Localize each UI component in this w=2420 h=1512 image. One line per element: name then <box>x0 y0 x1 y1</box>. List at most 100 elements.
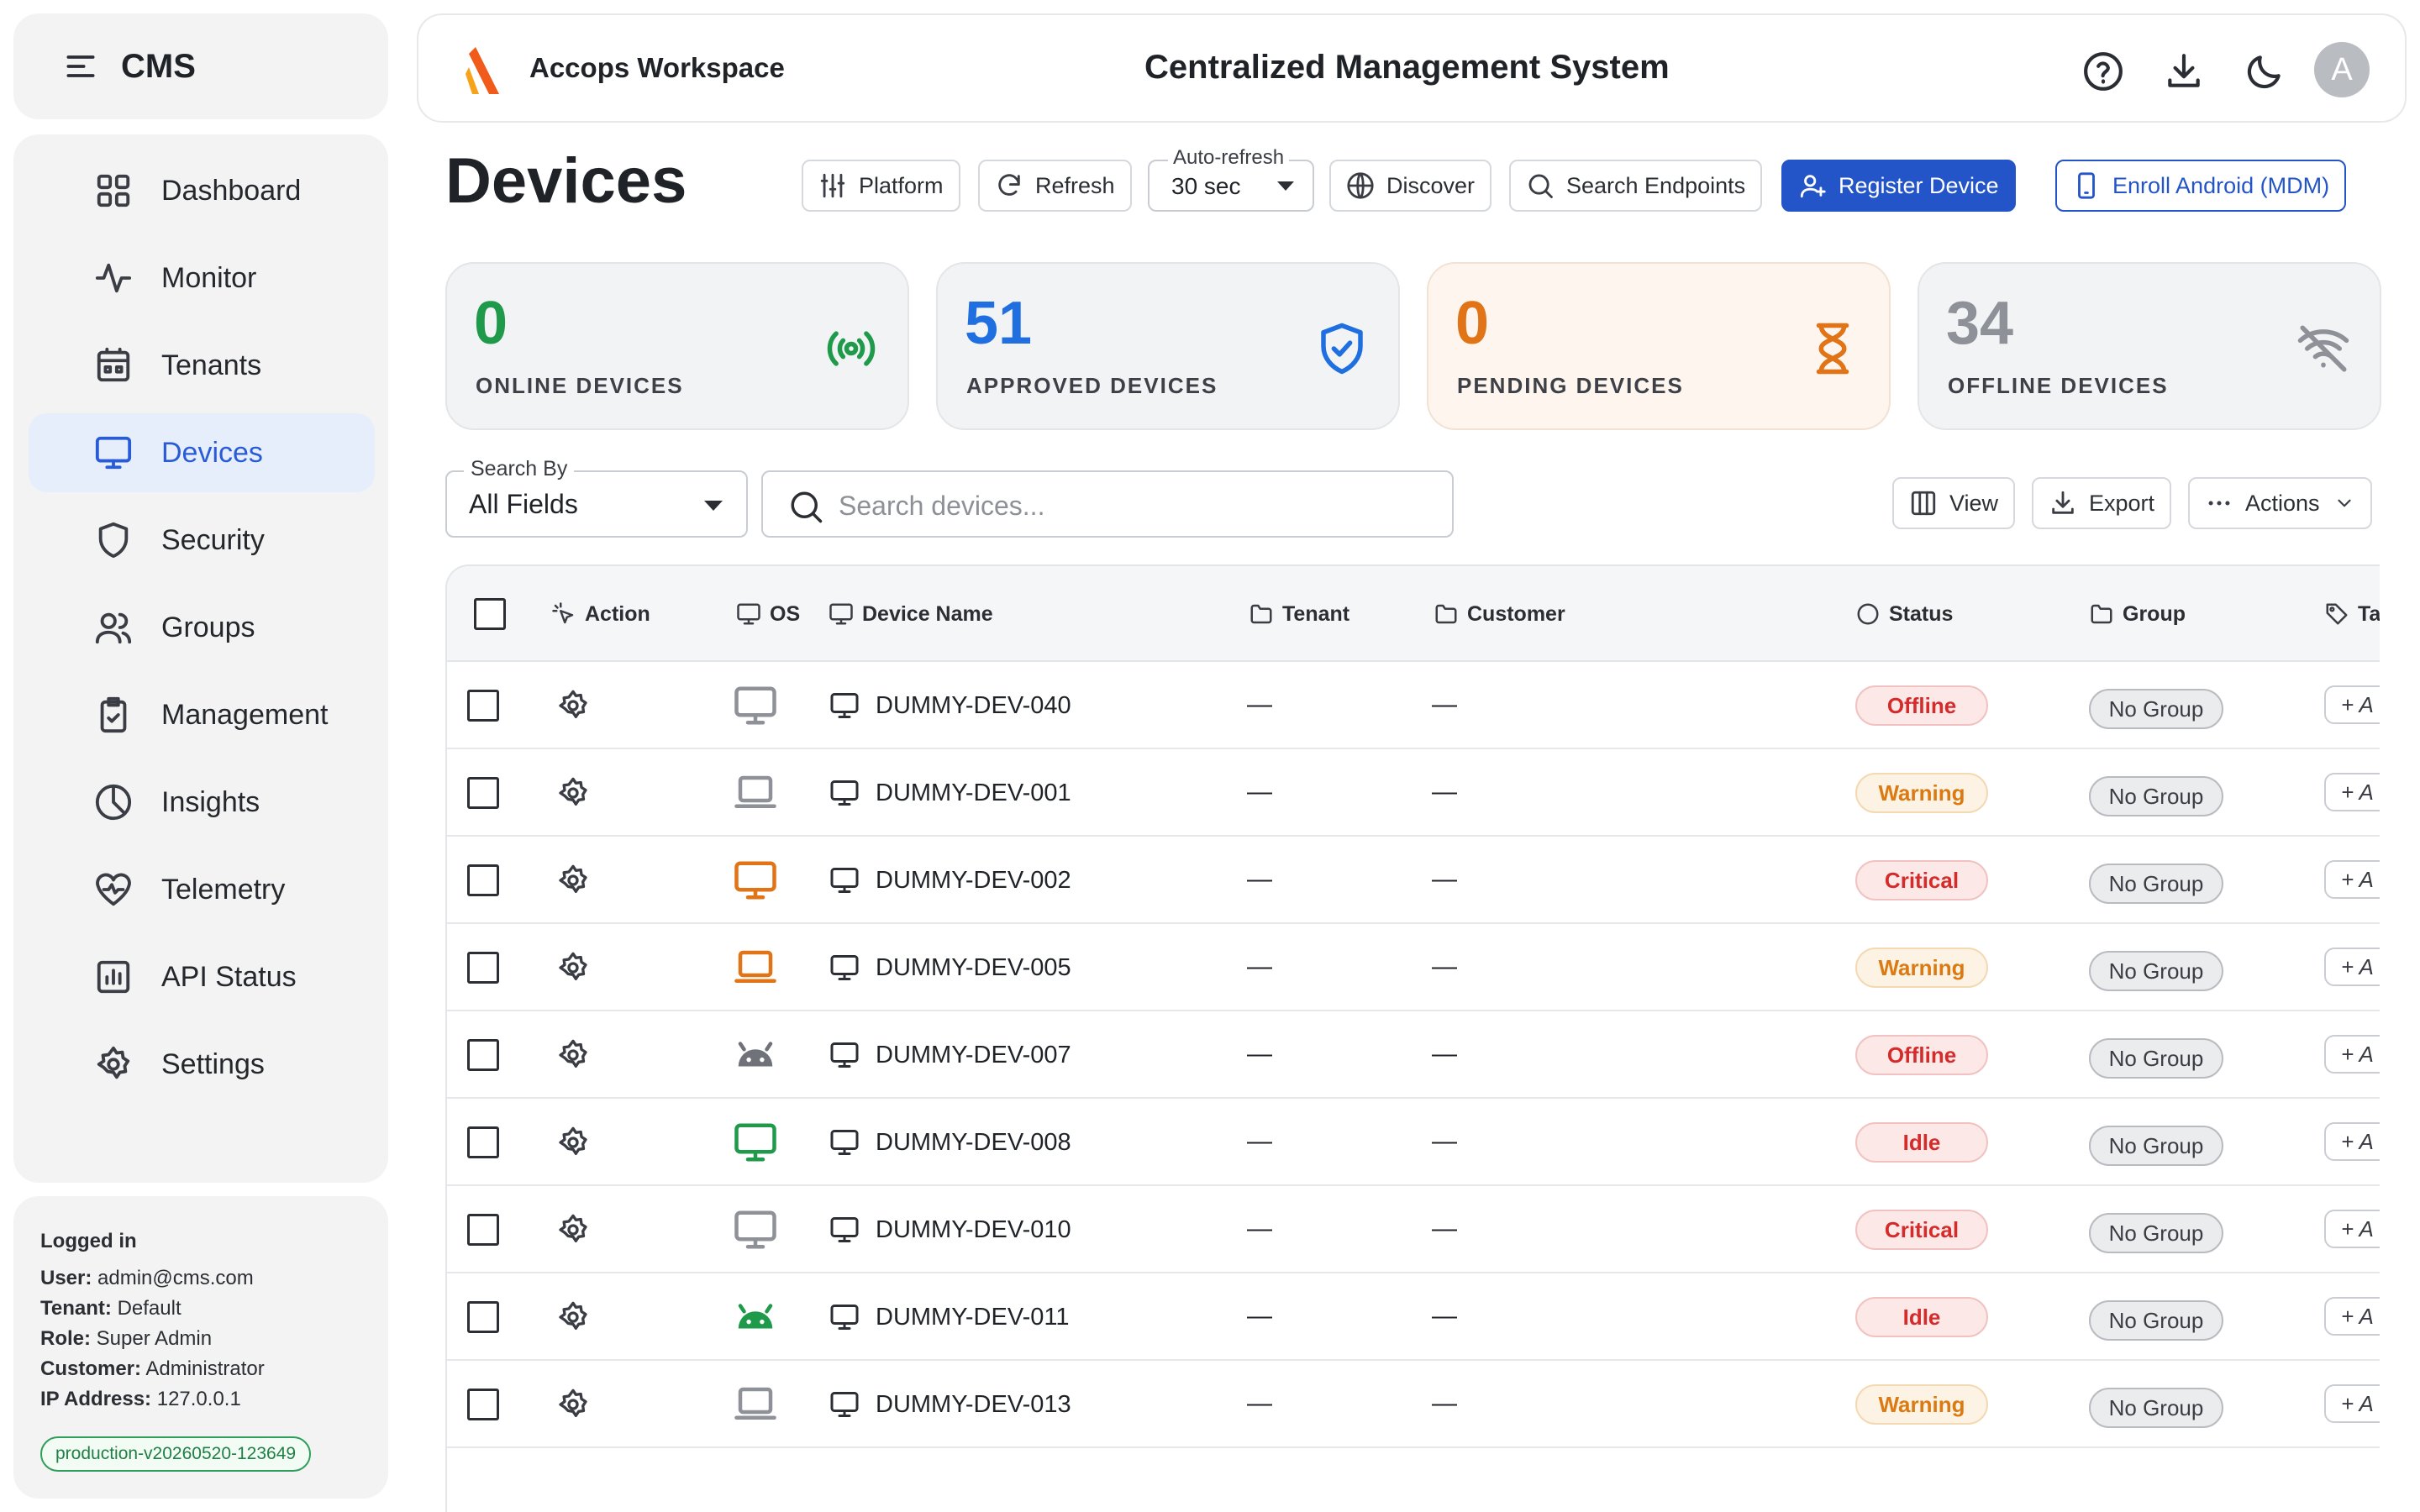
download-icon[interactable] <box>2163 50 2205 92</box>
customer-value: — <box>1432 1389 1457 1417</box>
tenant-value: — <box>1247 953 1272 980</box>
sidebar-item-management[interactable]: Management <box>29 675 375 754</box>
sidebar-item-dashboard[interactable]: Dashboard <box>29 151 375 230</box>
table-row[interactable]: DUMMY-DEV-007 — — Offline No Group + A <box>447 1011 2380 1099</box>
group-chip[interactable]: No Group <box>2089 1038 2223 1079</box>
device-name[interactable]: DUMMY-DEV-007 <box>876 1042 1071 1069</box>
table-row[interactable]: DUMMY-DEV-008 — — Idle No Group + A <box>447 1099 2380 1186</box>
actions-button[interactable]: Actions <box>2188 477 2372 529</box>
add-tag-button[interactable]: + A <box>2324 773 2380 811</box>
gear-icon[interactable] <box>556 864 590 897</box>
column-status[interactable]: Status <box>1855 601 1953 627</box>
auto-refresh-select[interactable]: Auto-refresh 30 sec <box>1148 146 1314 212</box>
device-name[interactable]: DUMMY-DEV-005 <box>876 954 1071 982</box>
column-os[interactable]: OS <box>736 601 800 627</box>
export-button[interactable]: Export <box>2032 477 2172 529</box>
gear-icon[interactable] <box>556 951 590 984</box>
row-checkbox[interactable] <box>467 1301 499 1333</box>
table-row[interactable]: DUMMY-DEV-011 — — Idle No Group + A <box>447 1273 2380 1361</box>
group-chip[interactable]: No Group <box>2089 776 2223 816</box>
add-tag-button[interactable]: + A <box>2324 1297 2380 1336</box>
device-name[interactable]: DUMMY-DEV-010 <box>876 1216 1071 1244</box>
enroll-android-button[interactable]: Enroll Android (MDM) <box>2055 160 2347 212</box>
row-checkbox[interactable] <box>467 1039 499 1071</box>
search-by-select[interactable]: Search By All Fields <box>445 457 748 538</box>
avatar[interactable]: A <box>2314 42 2370 97</box>
device-name[interactable]: DUMMY-DEV-040 <box>876 692 1071 720</box>
device-name[interactable]: DUMMY-DEV-011 <box>876 1304 1069 1331</box>
add-tag-button[interactable]: + A <box>2324 948 2380 986</box>
gear-icon[interactable] <box>556 776 590 810</box>
add-tag-button[interactable]: + A <box>2324 1210 2380 1248</box>
refresh-button[interactable]: Refresh <box>978 160 1132 212</box>
group-chip[interactable]: No Group <box>2089 864 2223 904</box>
table-row[interactable]: DUMMY-DEV-002 — — Critical No Group + A <box>447 837 2380 924</box>
column-action[interactable]: Action <box>551 601 650 627</box>
search-input[interactable] <box>839 484 1427 528</box>
gear-icon[interactable] <box>556 1038 590 1072</box>
row-checkbox[interactable] <box>467 864 499 896</box>
group-chip[interactable]: No Group <box>2089 1126 2223 1166</box>
table-row[interactable]: DUMMY-DEV-001 — — Warning No Group + A <box>447 749 2380 837</box>
gear-icon[interactable] <box>556 1213 590 1247</box>
add-tag-button[interactable]: + A <box>2324 1035 2380 1074</box>
table-row[interactable]: DUMMY-DEV-040 — — Offline No Group + A <box>447 662 2380 749</box>
sidebar-item-telemetry[interactable]: Telemetry <box>29 850 375 929</box>
os-laptop-icon <box>733 770 778 816</box>
sidebar-item-devices[interactable]: Devices <box>29 413 375 492</box>
platform-button[interactable]: Platform <box>802 160 960 212</box>
monitor-icon <box>829 865 860 895</box>
add-tag-button[interactable]: + A <box>2324 1122 2380 1161</box>
gear-icon[interactable] <box>556 689 590 722</box>
sidebar-item-insights[interactable]: Insights <box>29 763 375 842</box>
group-chip[interactable]: No Group <box>2089 951 2223 991</box>
register-device-button[interactable]: Register Device <box>1781 160 2016 212</box>
row-checkbox[interactable] <box>467 777 499 809</box>
auto-refresh-value: 30 sec <box>1171 173 1241 199</box>
user-plus-icon <box>1798 171 1827 200</box>
row-checkbox[interactable] <box>467 1126 499 1158</box>
sidebar-item-tenants[interactable]: Tenants <box>29 326 375 405</box>
column-group[interactable]: Group <box>2089 601 2186 627</box>
device-name[interactable]: DUMMY-DEV-001 <box>876 780 1071 807</box>
gear-icon[interactable] <box>556 1126 590 1159</box>
column-tenant[interactable]: Tenant <box>1249 601 1349 627</box>
group-chip[interactable]: No Group <box>2089 689 2223 729</box>
moon-icon[interactable] <box>2244 50 2286 92</box>
column-customer[interactable]: Customer <box>1434 601 1565 627</box>
gear-icon[interactable] <box>556 1300 590 1334</box>
group-chip[interactable]: No Group <box>2089 1300 2223 1341</box>
sidebar-item-security[interactable]: Security <box>29 501 375 580</box>
device-name[interactable]: DUMMY-DEV-013 <box>876 1391 1071 1419</box>
group-chip[interactable]: No Group <box>2089 1388 2223 1428</box>
sidebar-item-api-status[interactable]: API Status <box>29 937 375 1016</box>
add-tag-button[interactable]: + A <box>2324 1384 2380 1423</box>
hamburger-menu-icon[interactable] <box>62 48 99 85</box>
view-button[interactable]: View <box>1892 477 2016 529</box>
group-chip[interactable]: No Group <box>2089 1213 2223 1253</box>
add-tag-button[interactable]: + A <box>2324 685 2380 724</box>
table-row[interactable]: DUMMY-DEV-013 — — Warning No Group + A <box>447 1361 2380 1448</box>
sidebar-item-monitor[interactable]: Monitor <box>29 239 375 318</box>
column-device-name[interactable]: Device Name <box>829 601 993 627</box>
discover-button[interactable]: Discover <box>1329 160 1492 212</box>
table-row[interactable]: DUMMY-DEV-010 — — Critical No Group + A <box>447 1186 2380 1273</box>
select-all-checkbox[interactable] <box>474 598 506 630</box>
row-checkbox[interactable] <box>467 1389 499 1420</box>
row-checkbox[interactable] <box>467 1214 499 1246</box>
sidebar-item-groups[interactable]: Groups <box>29 588 375 667</box>
device-name[interactable]: DUMMY-DEV-008 <box>876 1129 1071 1157</box>
add-tag-button[interactable]: + A <box>2324 860 2380 899</box>
row-checkbox[interactable] <box>467 952 499 984</box>
os-monitor-icon <box>733 858 778 903</box>
device-name[interactable]: DUMMY-DEV-002 <box>876 867 1071 895</box>
table-row[interactable]: DUMMY-DEV-005 — — Warning No Group + A <box>447 924 2380 1011</box>
column-tags[interactable]: Ta <box>2324 601 2380 627</box>
globe-icon <box>1346 171 1375 200</box>
help-circle-icon[interactable] <box>2082 50 2124 92</box>
search-endpoints-button[interactable]: Search Endpoints <box>1509 160 1763 212</box>
folder-icon <box>1249 601 1274 627</box>
row-checkbox[interactable] <box>467 690 499 722</box>
gear-icon[interactable] <box>556 1388 590 1421</box>
sidebar-item-settings[interactable]: Settings <box>29 1025 375 1104</box>
